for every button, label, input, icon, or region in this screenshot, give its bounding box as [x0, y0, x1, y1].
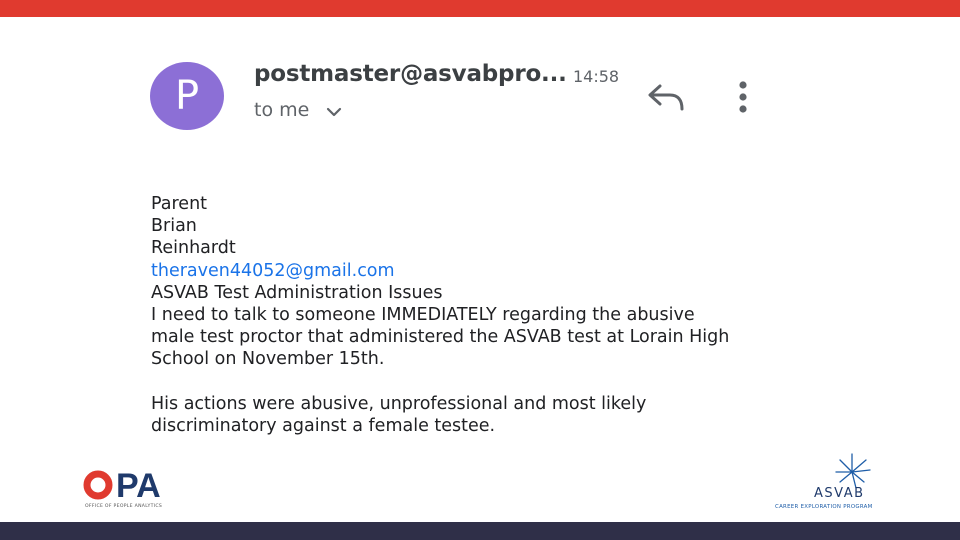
- body-paragraph-1-line-3: School on November 15th.: [151, 349, 385, 370]
- email-body: Parent Brian Reinhardt theraven44052@gma…: [151, 193, 791, 437]
- body-line-subject: ASVAB Test Administration Issues: [151, 282, 443, 303]
- sender-address[interactable]: postmaster@asvabpro...: [254, 61, 567, 87]
- reply-icon[interactable]: [646, 82, 686, 112]
- body-paragraph-1-line-2: male test proctor that administered the …: [151, 327, 730, 348]
- recipient-label[interactable]: to me: [254, 99, 309, 121]
- bottom-accent-bar: [0, 522, 960, 540]
- contact-email-link[interactable]: theraven44052@gmail.com: [151, 261, 395, 281]
- top-accent-bar: [0, 0, 960, 17]
- message-time: 14:58: [573, 67, 620, 86]
- more-vertical-icon[interactable]: [734, 80, 752, 114]
- svg-text:PA: PA: [116, 468, 161, 504]
- asvab-wordmark: ASVAB: [814, 486, 865, 501]
- body-line-first-name: Brian: [151, 216, 197, 237]
- body-paragraph-1-line-1: I need to talk to someone IMMEDIATELY re…: [151, 305, 695, 326]
- body-paragraph-2-line-2: discriminatory against a female testee.: [151, 415, 496, 436]
- opa-logo: PA OFFICE OF PEOPLE ANALYTICS: [83, 468, 183, 512]
- asvab-logo: ASVAB CAREER EXPLORATION PROGRAM: [770, 452, 890, 514]
- body-line-role: Parent: [151, 194, 208, 214]
- opa-tagline: OFFICE OF PEOPLE ANALYTICS: [85, 504, 163, 509]
- asvab-subtitle: CAREER EXPLORATION PROGRAM: [775, 504, 873, 510]
- sender-avatar[interactable]: P: [150, 62, 224, 130]
- starburst-icon: [835, 453, 871, 489]
- chevron-down-icon[interactable]: [325, 106, 343, 118]
- body-line-last-name: Reinhardt: [151, 238, 236, 259]
- body-paragraph-2-line-1: His actions were abusive, unprofessional…: [151, 393, 647, 414]
